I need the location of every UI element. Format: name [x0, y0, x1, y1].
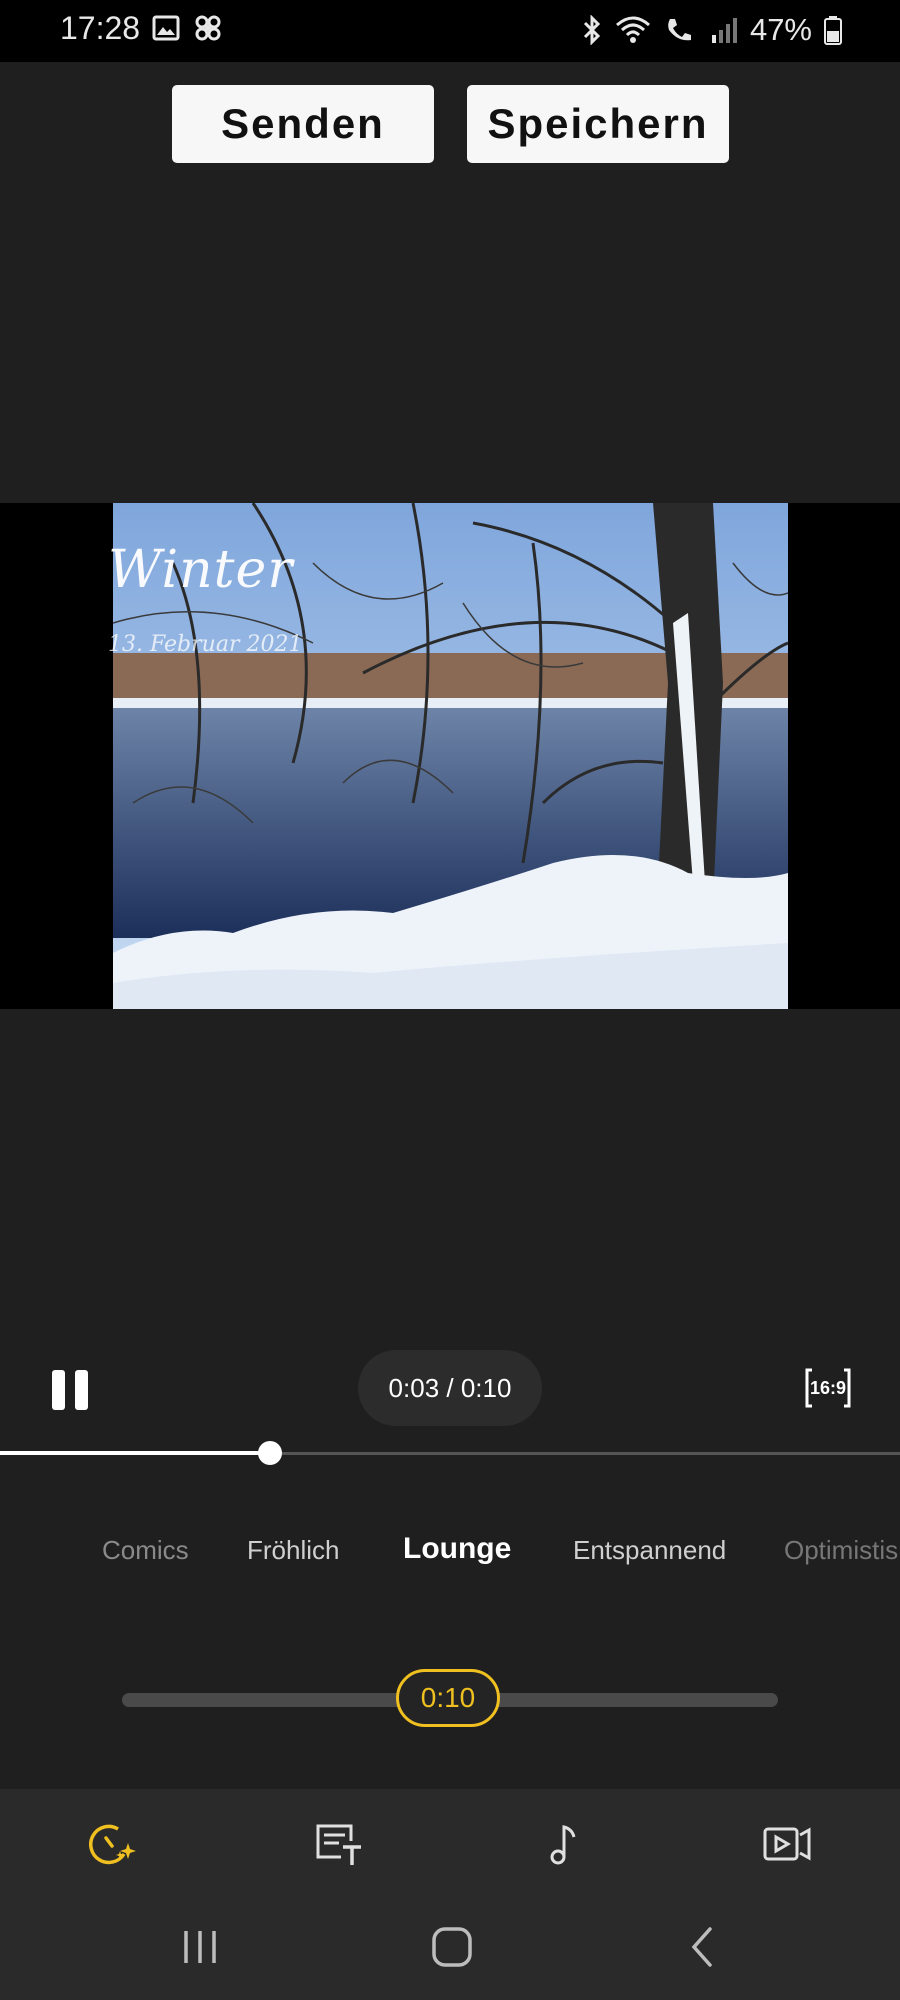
mood-tab-froehlich[interactable]: Fröhlich [247, 1535, 339, 1566]
mood-tab-lounge[interactable]: Lounge [403, 1532, 511, 1566]
speed-effects-icon [89, 1824, 136, 1865]
image-icon [152, 15, 180, 41]
duration-slider-thumb[interactable]: 0:10 [396, 1669, 500, 1727]
video-clip-button[interactable] [762, 1821, 812, 1867]
aspect-ratio-button[interactable]: 16:9 [804, 1367, 852, 1409]
speed-effects-button[interactable] [88, 1821, 138, 1867]
text-icon [316, 1824, 361, 1865]
status-bar: 17:28 47% [0, 0, 900, 62]
pause-button[interactable] [52, 1370, 90, 1410]
signal-icon [711, 18, 737, 43]
status-time: 17:28 [60, 10, 141, 46]
aspect-ratio-label: 16:9 [809, 1377, 847, 1398]
text-button[interactable] [313, 1821, 363, 1867]
back-button[interactable] [682, 1925, 726, 1969]
overlay-date: 13. Februar 2021 [108, 632, 303, 657]
battery-icon [824, 16, 842, 45]
mood-tab-entspannend[interactable]: Entspannend [573, 1535, 726, 1566]
music-button[interactable] [538, 1821, 588, 1867]
overlay-title: Winter [108, 540, 294, 600]
wifi-icon [615, 16, 650, 43]
mood-tab-optimistisch[interactable]: Optimistis [784, 1535, 898, 1566]
pause-icon-bar-left [52, 1370, 65, 1410]
video-clip-icon [763, 1827, 811, 1861]
send-button[interactable]: Senden [172, 85, 434, 163]
pinwheel-icon [195, 15, 221, 41]
battery-percentage: 47% [749, 12, 812, 47]
music-icon [550, 1825, 576, 1865]
status-notification-icons [152, 14, 222, 42]
recent-apps-icon [184, 1931, 216, 1963]
seek-bar-thumb[interactable] [258, 1441, 282, 1465]
home-button[interactable] [430, 1925, 474, 1969]
save-button[interactable]: Speichern [467, 85, 729, 163]
playback-time: 0:03 / 0:10 [358, 1350, 542, 1426]
back-icon [691, 1927, 712, 1967]
home-icon [432, 1927, 472, 1967]
seek-bar-progress [0, 1451, 270, 1455]
recent-apps-button[interactable] [178, 1925, 222, 1969]
bluetooth-icon [583, 15, 601, 45]
mood-tab-comics[interactable]: Comics [102, 1535, 189, 1566]
pause-icon-bar-right [75, 1370, 88, 1410]
status-system-icons: 47% [582, 12, 842, 48]
wifi-call-icon [668, 19, 691, 41]
